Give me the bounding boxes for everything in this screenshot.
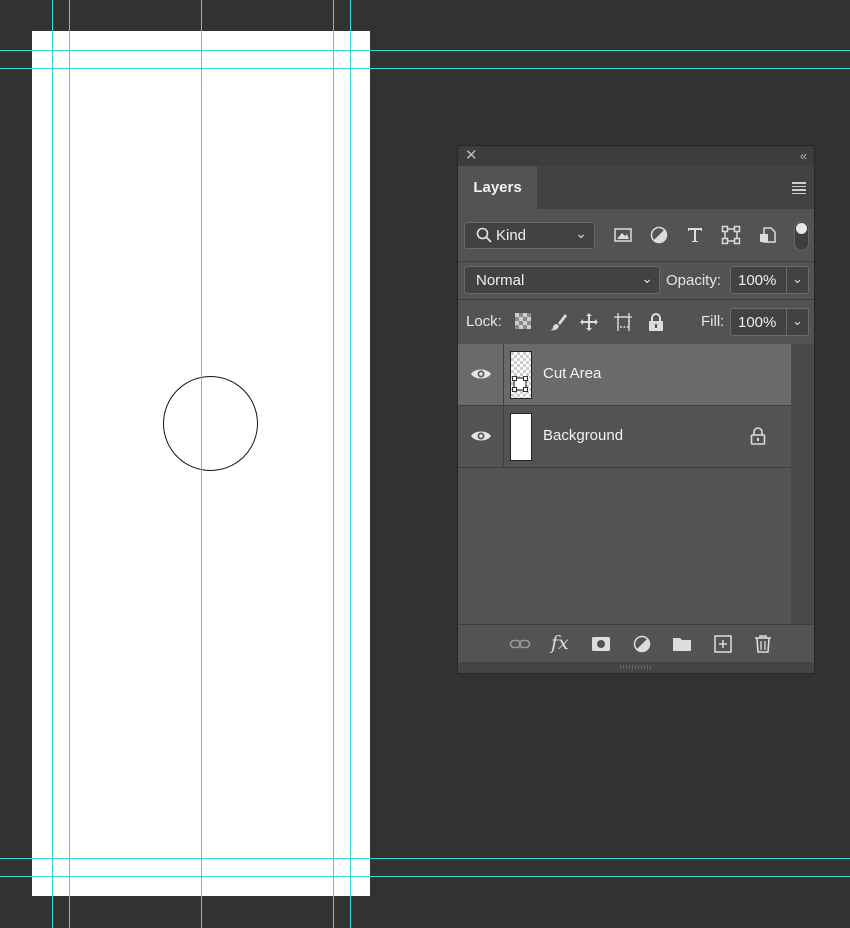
blend-mode-value: Normal: [476, 272, 525, 289]
fill-field[interactable]: 100% ⌄: [730, 308, 809, 336]
grip-dots: [620, 665, 652, 669]
panel-titlebar[interactable]: ✕ ‹‹: [458, 146, 814, 166]
eye-icon[interactable]: [470, 428, 492, 444]
type-filter-icon[interactable]: [685, 225, 705, 245]
guide-horizontal[interactable]: [0, 876, 850, 877]
layer-divider: [503, 406, 504, 467]
layer-row-background[interactable]: Background: [458, 406, 791, 468]
search-icon: [476, 227, 492, 247]
smart-object-filter-icon[interactable]: [758, 225, 778, 245]
layer-row-cut-area[interactable]: Cut Area: [458, 344, 791, 406]
lock-transparent-icon[interactable]: [514, 312, 534, 332]
layer-divider: [503, 344, 504, 405]
guide-vertical[interactable]: [52, 0, 53, 928]
guide-vertical[interactable]: [333, 0, 334, 928]
blend-mode-select[interactable]: Normal ⌄: [464, 266, 660, 294]
layer-list: Cut Area Background: [458, 344, 791, 624]
opacity-label: Opacity:: [666, 272, 722, 289]
chevron-down-icon[interactable]: ⌄: [786, 267, 808, 293]
image-filter-icon[interactable]: [613, 225, 633, 245]
layers-scrollbar[interactable]: [791, 344, 814, 624]
layer-name[interactable]: Background: [543, 427, 623, 444]
new-layer-icon[interactable]: [713, 634, 733, 654]
panel-bottom-bar: fx: [458, 624, 814, 663]
lock-position-move-icon[interactable]: [579, 312, 599, 332]
panel-resize-grip[interactable]: [458, 662, 814, 673]
circle-shape[interactable]: [163, 376, 258, 471]
filter-row: Kind ⌄: [458, 209, 814, 261]
fill-value: 100%: [738, 314, 777, 331]
shape-filter-icon[interactable]: [721, 225, 741, 245]
filter-toggle[interactable]: [794, 221, 809, 251]
fx-icon[interactable]: fx: [551, 634, 571, 654]
chevron-down-icon: ⌄: [575, 225, 587, 241]
layers-panel: ✕ ‹‹ Layers Kind ⌄ Normal ⌄ Opacity: 100…: [458, 146, 814, 673]
collapse-icon[interactable]: ‹‹: [800, 147, 807, 165]
layer-thumbnail[interactable]: [510, 413, 532, 461]
guide-horizontal[interactable]: [0, 858, 850, 859]
tab-layers[interactable]: Layers: [458, 166, 537, 209]
chevron-down-icon: ⌄: [641, 270, 653, 286]
new-group-icon[interactable]: [672, 634, 692, 654]
add-mask-icon[interactable]: [591, 634, 611, 654]
filter-kind-select[interactable]: Kind ⌄: [464, 222, 595, 249]
lock-row: Lock: Fill: 100% ⌄: [458, 299, 814, 345]
lock-artboard-icon[interactable]: [613, 312, 633, 332]
opacity-field[interactable]: 100% ⌄: [730, 266, 809, 294]
filter-kind-label: Kind: [496, 227, 527, 244]
lock-all-icon[interactable]: [647, 312, 667, 332]
opacity-value: 100%: [738, 272, 777, 289]
chevron-down-icon[interactable]: ⌄: [786, 309, 808, 335]
guide-vertical[interactable]: [350, 0, 351, 928]
eye-icon[interactable]: [470, 366, 492, 382]
panel-tab-row: Layers: [458, 166, 814, 209]
delete-icon[interactable]: [753, 634, 773, 654]
layer-name[interactable]: Cut Area: [543, 365, 601, 382]
padlock-icon[interactable]: [750, 427, 766, 445]
guide-horizontal[interactable]: [0, 50, 850, 51]
layer-thumbnail[interactable]: [510, 351, 532, 399]
fill-label: Fill:: [701, 313, 725, 330]
adjustment-filter-icon[interactable]: [649, 225, 669, 245]
blend-row: Normal ⌄ Opacity: 100% ⌄: [458, 261, 814, 300]
adjustment-layer-icon[interactable]: [632, 634, 652, 654]
guide-horizontal[interactable]: [0, 68, 850, 69]
close-icon[interactable]: ✕: [465, 147, 478, 165]
lock-label: Lock:: [466, 313, 502, 330]
link-layers-icon[interactable]: [509, 634, 531, 654]
guide-vertical[interactable]: [201, 0, 202, 928]
lock-pixels-brush-icon[interactable]: [548, 312, 568, 332]
panel-menu-icon[interactable]: [792, 182, 806, 194]
guide-vertical[interactable]: [69, 0, 70, 928]
